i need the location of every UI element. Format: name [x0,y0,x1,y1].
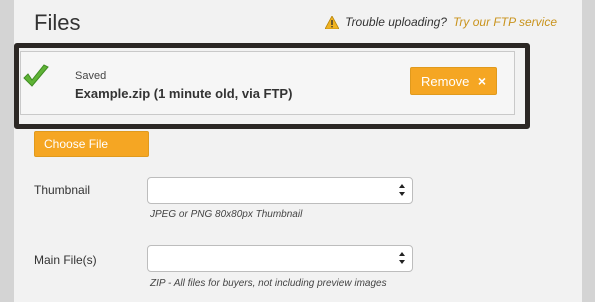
remove-label: Remove [421,73,470,89]
main-files-hint: ZIP - All files for buyers, not includin… [150,278,387,289]
ftp-service-link[interactable]: Try our FTP service [453,15,557,29]
trouble-text: Trouble uploading? [345,15,447,29]
thumbnail-label: Thumbnail [34,183,91,197]
thumbnail-hint: JPEG or PNG 80x80px Thumbnail [150,209,303,220]
page-title: Files [34,10,81,35]
remove-button[interactable]: Remove × [410,67,497,95]
thumbnail-select[interactable] [147,177,413,204]
choose-file-button[interactable]: Choose File [34,131,149,157]
warning-icon [325,15,340,29]
select-arrows-icon [399,184,405,196]
trouble-notice: Trouble uploading? Try our FTP service [325,15,557,29]
checkmark-icon [23,64,49,87]
select-arrows-icon [399,252,405,264]
saved-file-name: Example.zip (1 minute old, via FTP) [75,86,293,101]
close-icon: × [477,73,486,89]
main-files-select[interactable] [147,245,413,272]
saved-status: Saved [75,70,107,82]
main-files-label: Main File(s) [34,253,97,267]
